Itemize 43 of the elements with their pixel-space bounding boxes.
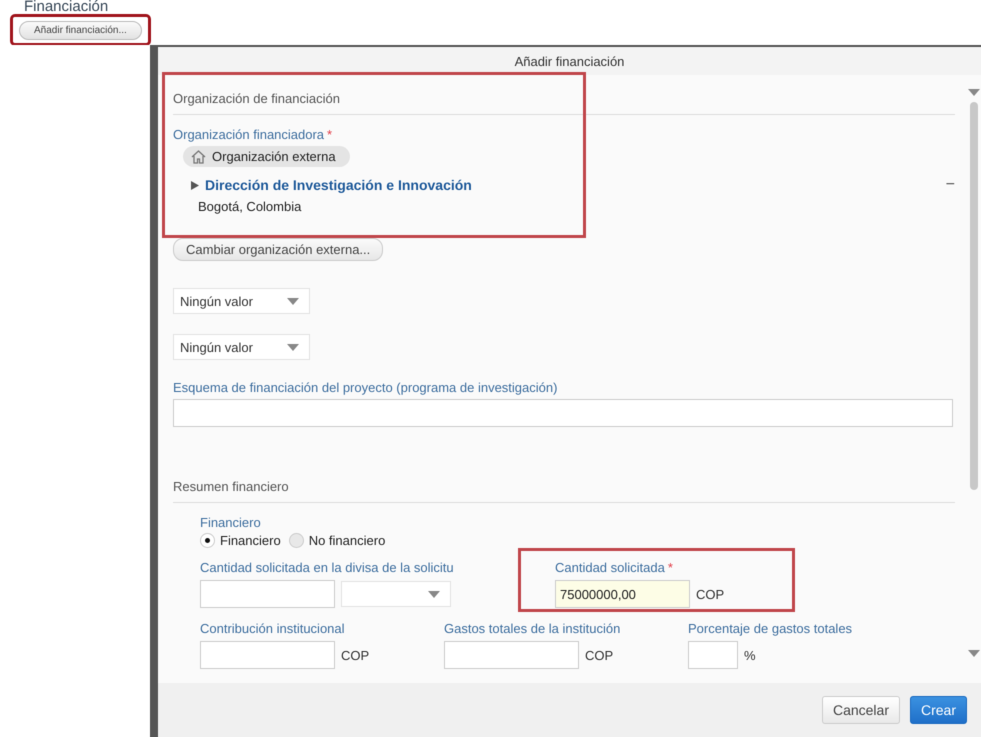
radio-option[interactable]: No financiero — [288, 533, 386, 548]
percent-field[interactable] — [688, 641, 738, 669]
create-button[interactable]: Crear — [910, 696, 967, 724]
currency-unit: COP — [341, 648, 370, 662]
scrollbar-thumb[interactable] — [970, 102, 978, 490]
caret-icon — [287, 344, 299, 350]
field-label: Gastos totales de la institución — [444, 621, 622, 636]
percent-unit: % — [744, 648, 756, 662]
house-icon — [191, 150, 206, 164]
amount-field[interactable] — [200, 580, 335, 608]
section-title: Organización de financiación — [173, 81, 955, 115]
organization-link[interactable]: Dirección de Investigación e Innovación — [205, 177, 472, 193]
caret-icon — [428, 590, 440, 598]
field-label: Organización financiadora * — [173, 127, 334, 142]
collapse-button[interactable]: − — [946, 176, 955, 194]
amount-field[interactable] — [444, 641, 579, 669]
expand-triangle-icon[interactable] — [191, 180, 199, 190]
amount-field[interactable]: 75000000,00 — [555, 580, 690, 608]
change-organization-button[interactable]: Cambiar organización externa... — [173, 238, 384, 261]
organization-location: Bogotá, Colombia — [198, 199, 302, 214]
field-label: Financiero — [200, 515, 262, 530]
page-heading: Financiación — [23, 0, 110, 14]
value-dropdown[interactable]: Ningún valor — [173, 334, 310, 360]
currency-dropdown[interactable] — [341, 581, 451, 607]
field-label: Esquema de financiación del proyecto (programa de investigación) — [173, 380, 558, 395]
caret-icon — [287, 298, 299, 304]
cancel-button[interactable]: Cancelar — [822, 696, 900, 724]
currency-unit: COP — [585, 648, 614, 662]
scheme-field[interactable] — [173, 399, 953, 427]
field-label: Cantidad solicitada en la divisa de la solicitu — [200, 560, 455, 575]
amount-field[interactable] — [200, 641, 335, 669]
section-title: Resumen financiero — [173, 469, 955, 503]
add-funding-button[interactable]: Añadir financiación... — [19, 21, 142, 40]
dialog-title: Añadir financiación — [158, 47, 981, 75]
value-dropdown[interactable]: Ningún valor — [173, 288, 310, 314]
field-label: Cantidad solicitada * — [555, 560, 674, 575]
field-label: Porcentaje de gastos totales — [688, 621, 852, 636]
organization-type-chip: Organización externa — [183, 146, 350, 167]
radio-option[interactable]: Financiero — [200, 533, 281, 548]
caret-icon — [968, 650, 980, 657]
currency-unit: COP — [696, 586, 724, 602]
caret-icon — [968, 89, 980, 96]
field-label: Contribución institucional — [200, 621, 346, 636]
